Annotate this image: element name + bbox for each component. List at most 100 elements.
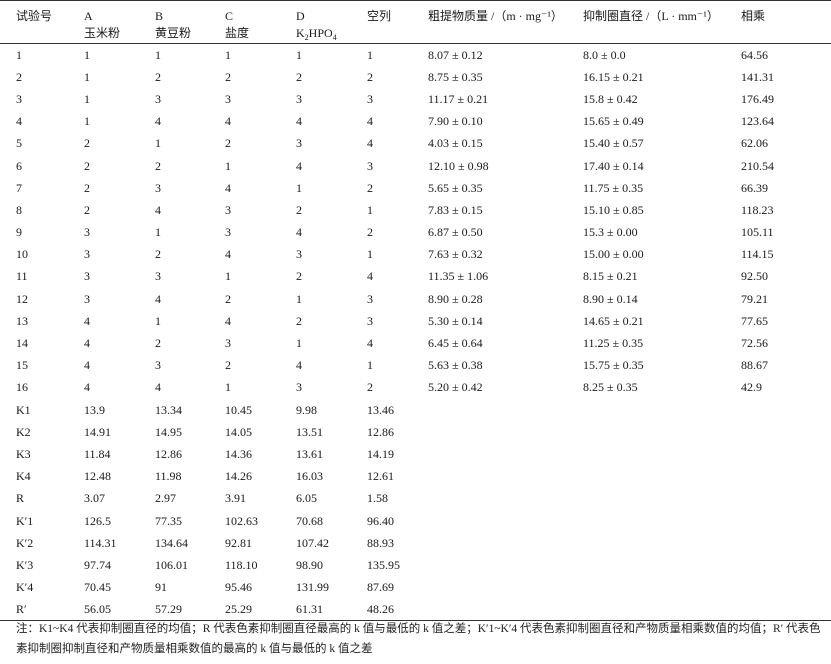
- cell-factor-b: 14.95: [155, 424, 182, 439]
- cell-crude-extract-mass: 7.83 ± 0.15: [428, 202, 483, 217]
- cell-inhibition-diameter: [583, 399, 741, 421]
- cell-product: 42.9: [741, 380, 762, 395]
- table-row: 6 2 2 1 4 3 12.10 ± 0.98 17.40 ± 0.14 210.54: [0, 154, 831, 176]
- cell-factor-c: 14.36: [225, 446, 252, 461]
- header-trial: 试验号: [0, 0, 84, 44]
- cell-empty-column: 1: [367, 47, 373, 62]
- header-factor-b: B 黄豆粉: [155, 0, 225, 44]
- cell-factor-c: 118.10: [225, 557, 258, 572]
- table-row: K4 12.48 11.98 14.26 16.03 12.61: [0, 465, 831, 487]
- cell-factor-c: 1: [225, 269, 231, 284]
- cell-factor-d: 2: [296, 69, 302, 84]
- cell-factor-b: 4: [155, 380, 161, 395]
- cell-factor-d: 2: [296, 269, 302, 284]
- cell-product: [741, 554, 831, 576]
- cell-factor-c: 14.26: [225, 469, 252, 484]
- table-row: R 3.07 2.97 3.91 6.05 1.58: [0, 487, 831, 509]
- cell-empty-column: 1: [367, 247, 373, 262]
- cell-trial: K′3: [16, 557, 34, 572]
- cell-factor-a: 114.31: [84, 535, 117, 550]
- cell-inhibition-diameter: 14.65 ± 0.21: [583, 313, 644, 328]
- cell-crude-extract-mass: [428, 421, 583, 443]
- cell-factor-d: 4: [296, 158, 302, 173]
- cell-factor-a: 4: [84, 380, 90, 395]
- cell-factor-d: 4: [296, 225, 302, 240]
- cell-empty-column: 12.61: [367, 469, 394, 484]
- cell-trial: 4: [16, 114, 22, 129]
- cell-factor-c: 2: [225, 69, 231, 84]
- table-row: 2 1 2 2 2 2 8.75 ± 0.35 16.15 ± 0.21 141.31: [0, 66, 831, 88]
- cell-empty-column: 2: [367, 380, 373, 395]
- cell-factor-b: 3: [155, 269, 161, 284]
- cell-empty-column: 3: [367, 291, 373, 306]
- cell-empty-column: 135.95: [367, 557, 400, 572]
- cell-factor-a: 70.45: [84, 580, 111, 595]
- cell-product: 72.56: [741, 336, 768, 351]
- cell-inhibition-diameter: 15.00 ± 0.00: [583, 247, 644, 262]
- cell-factor-b: 13.34: [155, 402, 182, 417]
- cell-product: 77.65: [741, 313, 768, 328]
- cell-inhibition-diameter: [583, 576, 741, 598]
- cell-crude-extract-mass: [428, 487, 583, 509]
- cell-factor-a: 4: [84, 336, 90, 351]
- cell-factor-a: 4: [84, 313, 90, 328]
- cell-trial: K4: [16, 469, 31, 484]
- cell-factor-d: 1: [296, 180, 302, 195]
- cell-empty-column: 1: [367, 358, 373, 373]
- cell-factor-b: 12.86: [155, 446, 182, 461]
- cell-factor-c: 4: [225, 313, 231, 328]
- table-row: 10 3 2 4 3 1 7.63 ± 0.32 15.00 ± 0.00 114.15: [0, 243, 831, 265]
- cell-factor-c: 4: [225, 114, 231, 129]
- cell-product: 64.56: [741, 47, 768, 62]
- cell-empty-column: 2: [367, 69, 373, 84]
- cell-inhibition-diameter: 8.15 ± 0.21: [583, 269, 638, 284]
- cell-inhibition-diameter: 17.40 ± 0.14: [583, 158, 644, 173]
- table-row: 16 4 4 1 3 2 5.20 ± 0.42 8.25 ± 0.35 42.9: [0, 376, 831, 398]
- cell-empty-column: 2: [367, 225, 373, 240]
- cell-factor-a: 1: [84, 69, 90, 84]
- cell-trial: K3: [16, 446, 31, 461]
- cell-factor-a: 56.05: [84, 598, 155, 621]
- table-row: 15 4 3 2 4 1 5.63 ± 0.38 15.75 ± 0.35 88.67: [0, 354, 831, 376]
- cell-product: [741, 443, 831, 465]
- cell-factor-b: 3: [155, 180, 161, 195]
- header-factor-a-letter: A: [84, 9, 93, 23]
- cell-trial: K′1: [16, 513, 34, 528]
- cell-product: 118.23: [741, 202, 774, 217]
- table-row: 7 2 3 4 1 2 5.65 ± 0.35 11.75 ± 0.35 66.39: [0, 177, 831, 199]
- cell-trial: K2: [16, 424, 31, 439]
- cell-factor-b: 3: [155, 358, 161, 373]
- table-header-row: 试验号 A 玉米粉 B 黄豆粉 C 盐度 D K2HPO4 空列 粗提物质量 /…: [0, 0, 831, 44]
- header-factor-a-name: 玉米粉: [84, 26, 121, 40]
- cell-factor-d: 3: [296, 91, 302, 106]
- cell-factor-d: 1: [296, 336, 302, 351]
- cell-factor-a: 1: [84, 91, 90, 106]
- cell-factor-c: 2: [225, 358, 231, 373]
- table-body: 1 1 1 1 1 1 8.07 ± 0.12 8.0 ± 0.0 64.56 2 1 2 2 2 2 8.7…: [0, 44, 831, 621]
- cell-trial: 6: [16, 158, 22, 173]
- cell-empty-column: 1.58: [367, 491, 388, 506]
- table-row: K1 13.9 13.34 10.45 9.98 13.46: [0, 399, 831, 421]
- cell-factor-c: 95.46: [225, 580, 252, 595]
- cell-crude-extract-mass: [428, 554, 583, 576]
- cell-trial: 14: [16, 336, 28, 351]
- cell-trial: 13: [16, 313, 28, 328]
- cell-factor-c: 1: [225, 158, 231, 173]
- cell-empty-column: 3: [367, 158, 373, 173]
- cell-crude-extract-mass: 8.07 ± 0.12: [428, 47, 483, 62]
- cell-inhibition-diameter: 15.65 ± 0.49: [583, 114, 644, 129]
- header-factor-d-name: K2HPO4: [296, 26, 337, 42]
- cell-inhibition-diameter: 8.0 ± 0.0: [583, 47, 626, 62]
- cell-factor-c: 25.29: [225, 598, 296, 621]
- table-row: 3 1 3 3 3 3 11.17 ± 0.21 15.8 ± 0.42 176.49: [0, 88, 831, 110]
- cell-factor-b: 4: [155, 291, 161, 306]
- cell-product: 66.39: [741, 180, 768, 195]
- cell-crude-extract-mass: [428, 465, 583, 487]
- cell-empty-column: 4: [367, 336, 373, 351]
- cell-trial: 11: [16, 269, 28, 284]
- cell-empty-column: 87.69: [367, 580, 394, 595]
- cell-product: [741, 576, 831, 598]
- cell-factor-d: 3: [296, 380, 302, 395]
- cell-factor-b: 91: [155, 580, 167, 595]
- cell-empty-column: 88.93: [367, 535, 394, 550]
